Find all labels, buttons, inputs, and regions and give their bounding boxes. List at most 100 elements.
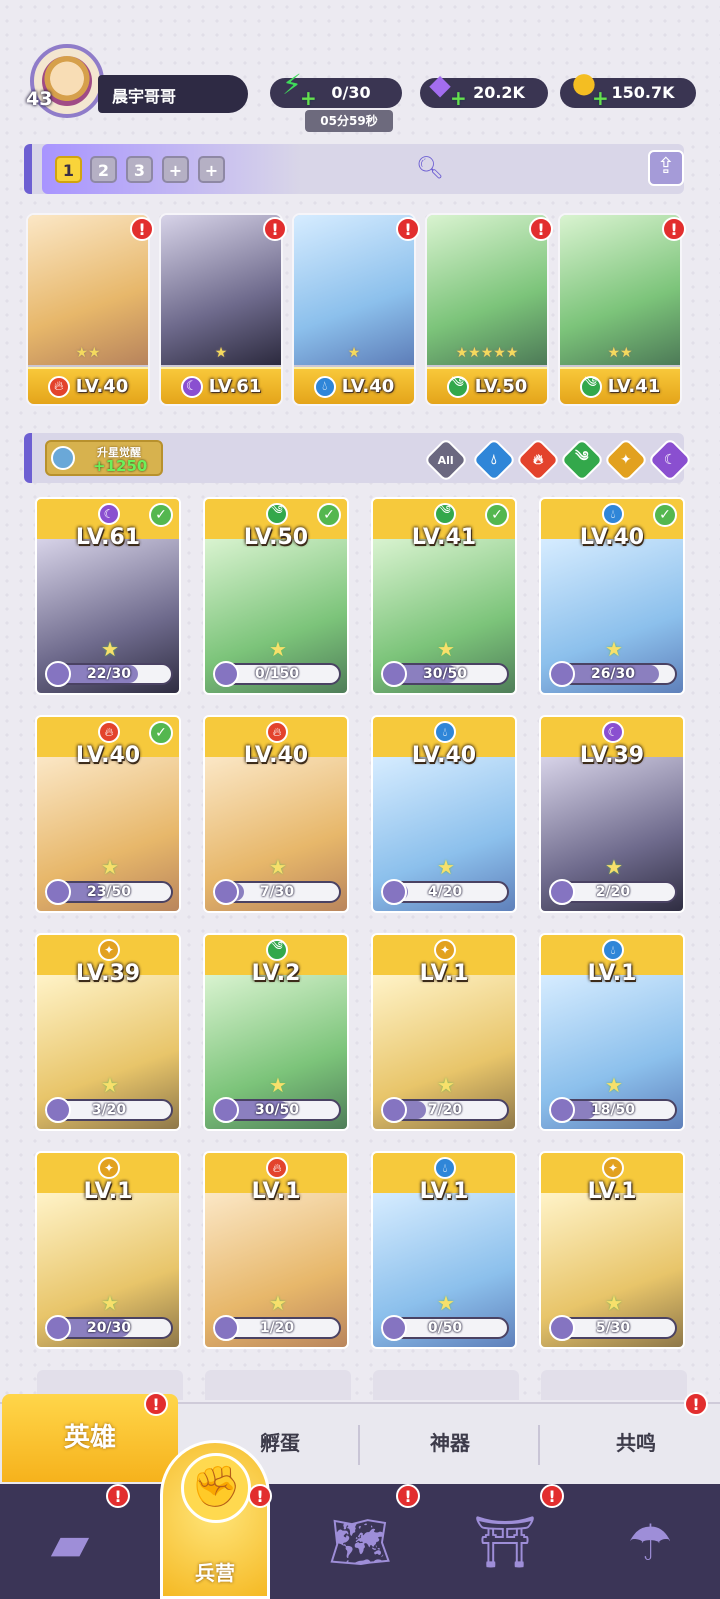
hero-portrait [161,215,281,365]
search-icon[interactable]: 🔍︎ [416,156,444,181]
star-icon: ★ [101,855,119,879]
hero-card[interactable]: ✦ LV.1 ★ 7/20 [371,933,517,1131]
tab-divider [538,1425,540,1465]
star-icon: ★ [437,1073,455,1097]
hero-card[interactable]: 🔥︎ LV.40 ★ 7/30 [203,715,349,913]
fire-element-icon: 🔥︎ [266,721,288,743]
hero-card[interactable]: ✦ LV.1 ★ 5/30 [539,1151,685,1349]
hero-stars: ★★ [75,345,101,361]
wind-element-icon: ༄ [446,375,469,398]
hero-card-partial [205,1370,351,1400]
star-icon: ★ [605,1073,623,1097]
hero-level: LV.40 [243,743,309,768]
hero-level: LV.40 [411,743,477,768]
team-hero-card[interactable]: ★★ ༄ LV.41 [558,213,682,406]
star-icon: ★ [437,855,455,879]
nav-mushroom-icon[interactable]: ☂︎ [600,1500,700,1585]
shard-progress-bar: 22/30 [45,661,173,687]
alert-badge: ! [662,217,686,241]
key-icon [51,446,75,470]
hero-level: LV.40 [75,743,141,768]
hero-level: LV.40 [579,525,645,550]
hero-level: LV.1 [419,961,469,986]
add-gems-icon[interactable]: + [450,86,467,110]
shard-progress-bar: 30/50 [381,661,509,687]
hero-card[interactable]: ✦ LV.39 ★ 3/20 [35,933,181,1131]
nav-temple-icon[interactable]: ⛩︎ [455,1500,555,1585]
shard-progress-bar: 7/20 [381,1097,509,1123]
star-icon: ★ [101,1291,119,1315]
shard-progress-text: 30/50 [422,666,468,682]
hero-card[interactable]: 💧︎ ✓ LV.40 ★ 26/30 [539,497,685,695]
alert-badge: ! [540,1484,564,1508]
shard-progress-text: 30/50 [254,1102,300,1118]
shard-progress-bar: 2/20 [549,879,677,905]
awaken-button[interactable]: 升星觉醒 +1250 [45,440,163,476]
team-slot-1[interactable]: 1 [55,156,82,183]
hero-card-partial [541,1370,687,1400]
hero-card[interactable]: 💧︎ LV.1 ★ 0/50 [371,1151,517,1349]
team-slot-3[interactable]: 3 [126,156,153,183]
hero-card[interactable]: 🔥︎ LV.1 ★ 1/20 [203,1151,349,1349]
team-hero-card[interactable]: ★ 💧︎ LV.40 [292,213,416,406]
add-coins-icon[interactable]: + [592,86,609,110]
shard-progress-text: 18/50 [590,1102,636,1118]
shard-progress-text: 23/50 [86,884,132,900]
fire-element-icon: 🔥︎ [47,375,70,398]
hero-card[interactable]: 🔥︎ ✓ LV.40 ★ 23/50 [35,715,181,913]
dark-element-icon: ☾ [98,503,120,525]
check-icon: ✓ [149,721,173,745]
add-team-button[interactable]: + [162,156,189,183]
tab-divider [358,1425,360,1465]
alert-badge: ! [144,1392,168,1416]
hero-card[interactable]: ✦ LV.1 ★ 20/30 [35,1151,181,1349]
hero-level: LV.41 [411,525,477,550]
hero-stars: ★★★★★ [455,345,519,361]
hero-card[interactable]: ༄ ✓ LV.50 ★ 0/150 [203,497,349,695]
shard-progress-bar: 23/50 [45,879,173,905]
add-team-button[interactable]: + [198,156,225,183]
hero-card[interactable]: ☾ LV.39 ★ 2/20 [539,715,685,913]
hero-card[interactable]: ༄ LV.2 ★ 30/50 [203,933,349,1131]
shard-progress-bar: 5/30 [549,1315,677,1341]
tab-artifacts[interactable]: 神器 [370,1415,530,1471]
shard-progress-text: 26/30 [590,666,636,682]
shard-progress-text: 0/50 [427,1320,463,1336]
hero-level: LV.50 [243,525,309,550]
light-element-icon: ✦ [98,939,120,961]
nav-barracks-label: 兵营 [195,1561,235,1585]
hero-card[interactable]: ☾ ✓ LV.61 ★ 22/30 [35,497,181,695]
share-icon[interactable]: ⇪ [648,150,684,186]
star-icon: ★ [269,855,287,879]
add-energy-icon[interactable]: + [300,86,317,110]
team-hero-card[interactable]: ★ ☾ LV.61 [159,213,283,406]
team-hero-card[interactable]: ★★ 🔥︎ LV.40 [26,213,150,406]
nav-cards-icon[interactable]: ▰ [20,1500,120,1585]
hero-level: LV.39 [579,743,645,768]
hero-level: LV.39 [75,961,141,986]
hero-level: LV.41 [607,376,661,397]
player-name[interactable]: 晨宇哥哥 [98,75,248,113]
shard-progress-text: 7/30 [259,884,295,900]
alert-badge: ! [396,1484,420,1508]
team-hero-card[interactable]: ★★★★★ ༄ LV.50 [425,213,549,406]
shard-progress-bar: 4/20 [381,879,509,905]
team-selector-bar [24,144,684,194]
fire-element-icon: 🔥︎ [266,1157,288,1179]
shard-progress-bar: 0/150 [213,661,341,687]
nav-map-icon[interactable]: 🗺︎ [310,1500,410,1585]
nav-barracks[interactable]: ✊ 兵营 [160,1440,270,1599]
star-icon: ★ [437,637,455,661]
dark-element-icon: ☾ [602,721,624,743]
hero-card[interactable]: ༄ ✓ LV.41 ★ 30/50 [371,497,517,695]
water-element-icon: 💧︎ [434,721,456,743]
tab-resonance[interactable]: 共鸣 [556,1415,716,1471]
water-element-icon: 💧︎ [602,503,624,525]
team-slot-2[interactable]: 2 [90,156,117,183]
alert-badge: ! [130,217,154,241]
shard-progress-text: 22/30 [86,666,132,682]
hero-card[interactable]: 💧︎ LV.40 ★ 4/20 [371,715,517,913]
hero-card[interactable]: 💧︎ LV.1 ★ 18/50 [539,933,685,1131]
star-icon: ★ [605,1291,623,1315]
alert-badge: ! [396,217,420,241]
